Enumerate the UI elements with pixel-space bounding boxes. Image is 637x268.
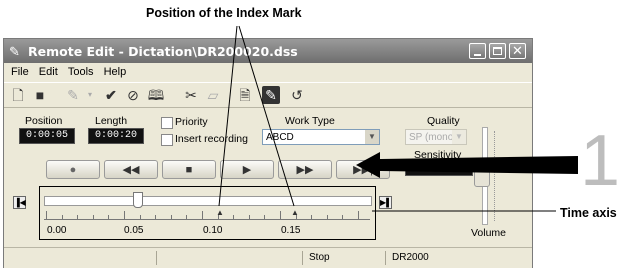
index-mark-leader-2 [238,25,295,207]
index-mark-leader-1 [218,25,238,207]
arrow-icon [356,152,578,178]
callout-overlay [218,25,578,212]
